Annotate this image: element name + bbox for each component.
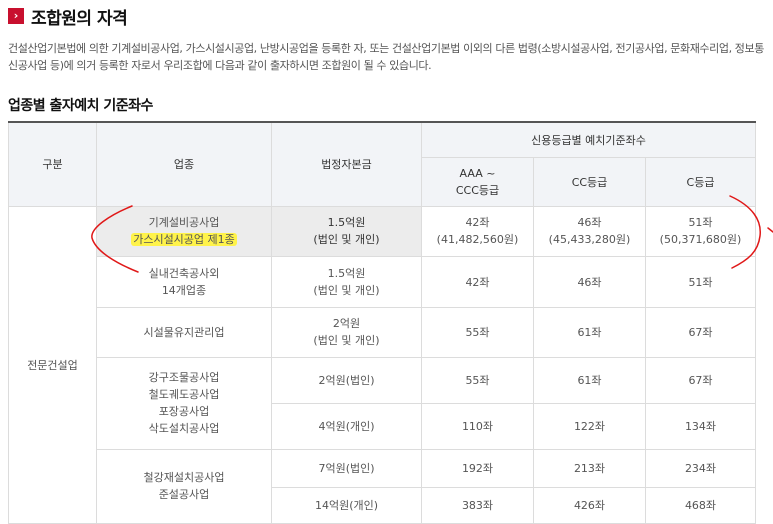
cc-cell: 213좌: [533, 448, 646, 488]
aaa-cell: 42좌: [421, 255, 534, 308]
deposit-table: 구분 업종 법정자본금 신용등급별 예치기준좌수 AAA ~ CCC등급 CC등…: [8, 121, 756, 524]
header-credit-group: 신용등급별 예치기준좌수: [421, 121, 756, 158]
capital-line: (법인 및 개인): [313, 334, 380, 347]
capital-cell: 2억원(법인): [271, 356, 422, 404]
cc-cell: 46좌: [533, 255, 646, 308]
capital-line: (법인 및 개인): [313, 233, 380, 246]
industry-line: 14개업종: [161, 283, 207, 297]
industry-cell: 철강재설치공사업 준설공사업: [96, 448, 272, 524]
industry-line: 철도궤도공사업: [148, 388, 220, 401]
cc-cell: 61좌: [533, 356, 646, 404]
aaa-cell: 55좌: [421, 356, 534, 404]
header-grade-cc: CC등급: [533, 156, 646, 207]
capital-line: 1.5억원: [327, 266, 366, 280]
c-cell: 51좌: [645, 255, 756, 308]
industry-line: 철강재설치공사업: [143, 471, 225, 484]
industry-cell: 강구조물공사업 철도궤도공사업 포장공사업 삭도설치공사업: [96, 356, 272, 450]
industry-line: 실내건축공사외: [148, 266, 220, 280]
cc-cell: 122좌: [533, 402, 646, 450]
aaa-amount: (41,482,560원): [436, 233, 519, 246]
header-grade-aaa-line1: AAA ~: [459, 166, 496, 180]
page-description: 건설산업기본법에 의한 기계설비공사업, 가스시설시공업, 난방시공업을 등록한…: [8, 42, 764, 72]
aaa-cell: 42좌 (41,482,560원): [421, 205, 534, 257]
table-row: 전문건설업 기계설비공사업 가스시설시공업 제1종 1.5억원 (법인 및 개인…: [8, 205, 756, 524]
cc-cell: 426좌: [533, 486, 646, 524]
c-count: 51좌: [688, 216, 713, 229]
cc-amount: (45,433,280원): [548, 233, 631, 246]
annotation-right-tick: [767, 227, 773, 233]
page-title: 조합원의 자격: [31, 8, 128, 29]
industry-cell: 기계설비공사업 가스시설시공업 제1종: [96, 205, 272, 257]
capital-cell: 1.5억원 (법인 및 개인): [271, 205, 422, 257]
table-row: 철강재설치공사업 준설공사업 7억원(법인) 192좌 213좌 234좌: [9, 448, 756, 524]
table-row: 강구조물공사업 철도궤도공사업 포장공사업 삭도설치공사업 2억원(법인) 55…: [9, 356, 756, 450]
c-cell: 134좌: [645, 402, 756, 450]
cc-cell: 61좌: [533, 306, 646, 358]
header-capital: 법정자본금: [271, 121, 422, 207]
capital-cell: 2억원 (법인 및 개인): [271, 306, 422, 358]
c-cell: 67좌: [645, 356, 756, 404]
capital-line: (법인 및 개인): [313, 283, 380, 297]
c-amount: (50,371,680원): [659, 233, 742, 246]
c-cell: 468좌: [645, 486, 756, 524]
aaa-cell: 192좌: [421, 448, 534, 488]
header-grade-aaa-line2: CCC등급: [455, 183, 500, 197]
capital-cell: 14억원(개인): [271, 486, 422, 524]
chevron-right-icon: ›: [8, 8, 24, 24]
c-cell: 67좌: [645, 306, 756, 358]
header-industry: 업종: [96, 121, 272, 207]
capital-cell: 1.5억원 (법인 및 개인): [271, 255, 422, 308]
section-subtitle: 업종별 출자예치 기준좌수: [8, 98, 153, 114]
industry-line: 삭도설치공사업: [148, 422, 220, 435]
industry-line: 강구조물공사업: [148, 371, 220, 384]
aaa-cell: 110좌: [421, 402, 534, 450]
aaa-count: 42좌: [465, 216, 490, 229]
capital-cell: 4억원(개인): [271, 402, 422, 450]
cc-cell: 46좌 (45,433,280원): [533, 205, 646, 257]
industry-cell: 시설물유지관리업: [96, 306, 272, 358]
table-row: 실내건축공사외 14개업종 1.5억원 (법인 및 개인) 42좌 46좌 51…: [9, 255, 756, 308]
c-cell: 51좌 (50,371,680원): [645, 205, 756, 257]
header-grade-c: C등급: [645, 156, 756, 207]
header-category: 구분: [8, 121, 97, 207]
capital-line: 1.5억원: [327, 216, 366, 229]
category-cell: 전문건설업: [8, 205, 97, 524]
header-grade-aaa: AAA ~ CCC등급: [421, 156, 534, 207]
industry-line: 준설공사업: [158, 488, 210, 501]
page-title-row: › 조합원의 자격: [8, 4, 128, 29]
industry-line: 기계설비공사업: [148, 216, 220, 229]
industry-line: 포장공사업: [158, 405, 210, 418]
aaa-cell: 383좌: [421, 486, 534, 524]
c-cell: 234좌: [645, 448, 756, 488]
highlighted-industry: 가스시설시공업 제1종: [131, 233, 237, 246]
industry-cell: 실내건축공사외 14개업종: [96, 255, 272, 308]
table-row: 시설물유지관리업 2억원 (법인 및 개인) 55좌 61좌 67좌: [9, 306, 756, 358]
capital-cell: 7억원(법인): [271, 448, 422, 488]
aaa-cell: 55좌: [421, 306, 534, 358]
capital-line: 2억원: [332, 317, 361, 330]
cc-count: 46좌: [577, 216, 602, 229]
